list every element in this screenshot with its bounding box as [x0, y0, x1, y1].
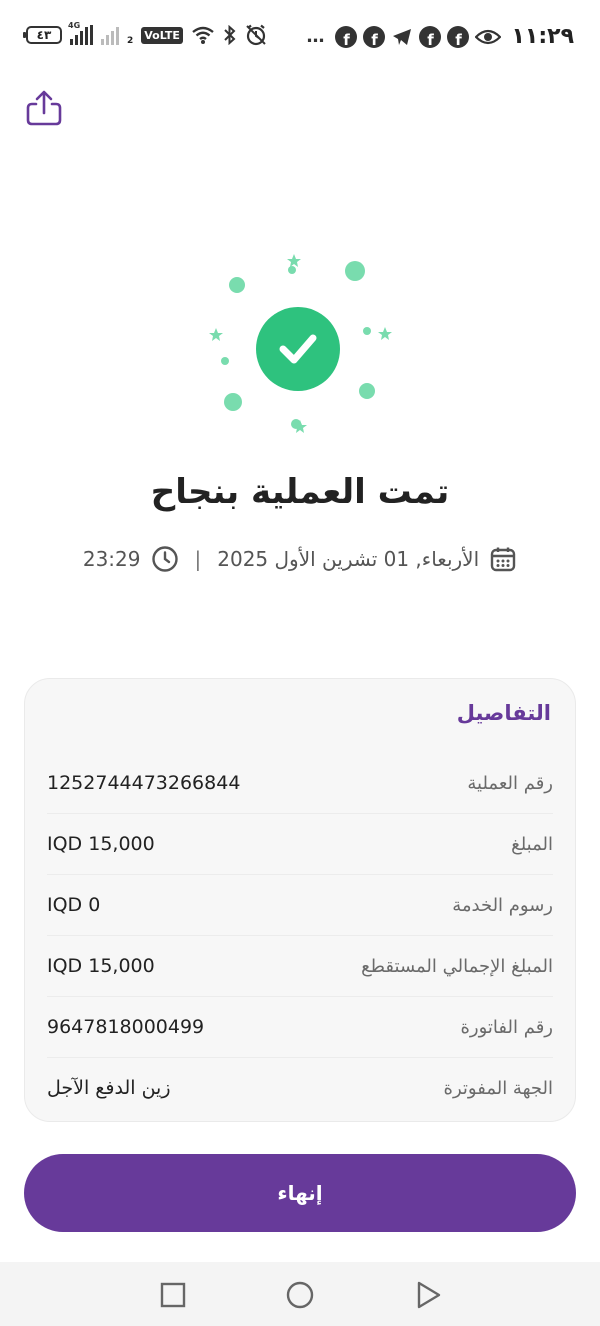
detail-value: زين الدفع الآجل [47, 1077, 171, 1099]
calendar-icon [490, 547, 516, 572]
clock-icon [151, 546, 178, 572]
signal-sim2-icon [101, 25, 119, 45]
facebook-icon: f [419, 25, 442, 48]
detail-value: 1252744473266844 [47, 772, 241, 794]
detail-label: المبلغ [511, 833, 553, 855]
datetime-separator: | [194, 547, 202, 571]
battery-icon: ٤٣ [23, 26, 62, 44]
details-card: التفاصيل 1252744473266844 رقم العملية IQ… [24, 678, 576, 1122]
share-button[interactable] [24, 88, 64, 128]
battery-level: ٤٣ [36, 28, 52, 42]
success-check-icon [256, 307, 340, 391]
facebook-icon: f [363, 25, 386, 48]
status-left: ٤٣ 4G 2 VoLTE [23, 21, 267, 46]
sim2-label: 2 [127, 36, 134, 46]
detail-label: المبلغ الإجمالي المستقطع [361, 955, 553, 977]
bluetooth-icon [224, 25, 236, 45]
detail-value: IQD 0 [47, 894, 101, 916]
status-right: … f f f f ١١:٢٩ [306, 24, 574, 49]
detail-label: رقم الفاتورة [460, 1016, 553, 1038]
detail-label: رسوم الخدمة [452, 894, 553, 916]
eye-icon [475, 29, 502, 44]
clock-time: ١١:٢٩ [511, 24, 574, 49]
signal-icon: 4G [68, 21, 93, 45]
transaction-datetime: 23:29 | الأربعاء, 01 تشرين الأول 2025 [0, 545, 600, 573]
detail-label: رقم العملية [467, 772, 553, 794]
overflow-icon: … [306, 26, 326, 47]
square-recents-icon[interactable] [158, 1280, 188, 1310]
detail-row-amount: IQD 15,000 المبلغ [47, 814, 553, 875]
detail-row-invoice-number: 9647818000499 رقم الفاتورة [47, 997, 553, 1058]
status-bar: ٤٣ 4G 2 VoLTE … f f f f ١١:٢٩ [0, 0, 600, 78]
wifi-icon [192, 26, 214, 44]
detail-value: IQD 15,000 [47, 955, 155, 977]
detail-row-transaction-id: 1252744473266844 رقم العملية [47, 753, 553, 814]
circle-home-icon[interactable] [285, 1280, 315, 1310]
finish-button[interactable]: إنهاء [24, 1154, 576, 1232]
detail-row-service-fee: IQD 0 رسوم الخدمة [47, 875, 553, 936]
details-title: التفاصيل [456, 701, 551, 725]
network-type: 4G [68, 21, 81, 30]
facebook-icon: f [447, 25, 470, 48]
transaction-time: 23:29 [82, 547, 141, 571]
success-title: تمت العملية بنجاح [150, 472, 450, 512]
facebook-icon: f [335, 25, 358, 48]
detail-label: الجهة المفوترة [443, 1077, 553, 1099]
transaction-date: الأربعاء, 01 تشرين الأول 2025 [217, 547, 480, 571]
detail-row-total-deducted: IQD 15,000 المبلغ الإجمالي المستقطع [47, 936, 553, 997]
detail-row-biller: زين الدفع الآجل الجهة المفوترة [47, 1058, 553, 1118]
detail-value: IQD 15,000 [47, 833, 155, 855]
alarm-icon [246, 24, 266, 46]
system-nav-bar [0, 1262, 600, 1326]
share-icon [26, 90, 62, 126]
volte-badge: VoLTE [141, 26, 183, 44]
triangle-back-icon[interactable] [413, 1280, 443, 1310]
telegram-icon [393, 28, 412, 45]
detail-value: 9647818000499 [47, 1016, 205, 1038]
details-list: 1252744473266844 رقم العملية IQD 15,000 … [47, 753, 553, 1118]
